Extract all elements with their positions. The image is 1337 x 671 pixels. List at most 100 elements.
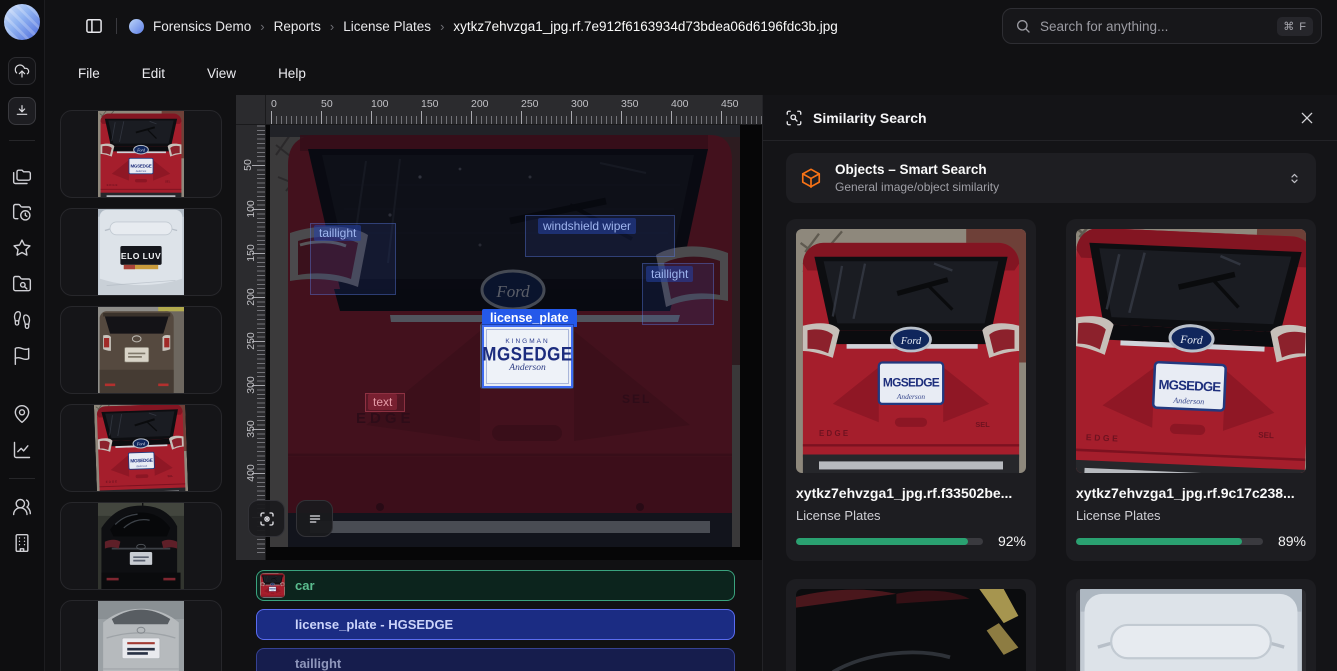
object-row-license-plate[interactable]: license_plate - HGSEDGE [256, 609, 735, 640]
sidebar-item-search-folders[interactable] [12, 274, 32, 294]
menu-view[interactable]: View [201, 62, 242, 85]
object-label: taillight [295, 656, 341, 671]
object-row-taillight[interactable]: taillight [256, 648, 735, 671]
folder-clock-icon [12, 202, 32, 222]
search-shortcut-badge: ⌘ F [1277, 17, 1313, 36]
result-card[interactable] [786, 579, 1036, 671]
search-input[interactable] [1040, 19, 1268, 34]
object-row-car[interactable]: car [256, 570, 735, 601]
menu-help[interactable]: Help [272, 62, 312, 85]
canvas-stage[interactable]: Ford EDGE SEL [266, 125, 762, 560]
result-card[interactable]: xytkz7ehvzga1_jpg.rf.9c17c238... License… [1066, 219, 1316, 561]
thumbnail-card[interactable] [60, 502, 222, 590]
star-icon [12, 238, 32, 258]
similarity-score-row: 92% [796, 533, 1026, 549]
sidebar-item-locations[interactable] [12, 404, 32, 424]
menu-file[interactable]: File [72, 62, 106, 85]
breadcrumb-item-workspace[interactable]: Forensics Demo [153, 19, 251, 34]
left-icon-rail [0, 0, 45, 671]
ruler-v-label: 300 [245, 376, 257, 394]
workspace-avatar[interactable] [129, 19, 144, 34]
object-thumbnail [260, 651, 285, 671]
result-filename: xytkz7ehvzga1_jpg.rf.9c17c238... [1076, 485, 1306, 501]
sidebar-item-collections[interactable] [12, 166, 32, 186]
ruler-h-label: 400 [671, 98, 689, 110]
ruler-v-label: 250 [245, 332, 257, 350]
cloud-upload-icon [14, 63, 30, 79]
scan-search-icon [785, 109, 803, 127]
fit-view-button[interactable] [248, 500, 285, 537]
top-header: Forensics Demo › Reports › License Plate… [45, 0, 1337, 52]
app-logo[interactable] [4, 4, 40, 40]
import-button[interactable] [8, 97, 36, 125]
similarity-search-panel: Similarity Search Objects – Smart Search… [762, 95, 1337, 671]
breadcrumb-item-filename[interactable]: xytkz7ehvzga1_jpg.rf.7e912f6163934d73bde… [453, 19, 837, 34]
chevrons-up-down-icon [1287, 171, 1302, 186]
menu-edit[interactable]: Edit [136, 62, 171, 85]
ruler-v-label: 400 [245, 464, 257, 482]
thumbnail-white-trunk [98, 209, 184, 295]
evidence-photo[interactable]: Ford EDGE SEL [270, 125, 740, 547]
label-text[interactable]: text [368, 394, 397, 410]
ruler-v-label: 100 [245, 200, 257, 218]
thumbnail-card[interactable] [60, 208, 222, 296]
ruler-v-label: 50 [242, 159, 254, 171]
panel-toggle-button[interactable] [84, 16, 104, 36]
ruler-h-label: 450 [721, 98, 739, 110]
plate-script-text: Anderson [509, 364, 545, 374]
close-panel-button[interactable] [1299, 110, 1315, 126]
ruler-h-label: 300 [571, 98, 589, 110]
result-card[interactable]: xytkz7ehvzga1_jpg.rf.f33502be... License… [786, 219, 1036, 561]
similarity-progress-track [796, 538, 983, 545]
sidebar-item-people[interactable] [12, 497, 32, 517]
result-collection: License Plates [1076, 508, 1306, 523]
result-image-dark-suv [796, 589, 1026, 671]
ruler-h-label: 50 [321, 98, 333, 110]
thumbnail-card[interactable] [60, 600, 222, 671]
thumbnail-silver-car [98, 601, 184, 671]
thumbnail-card[interactable] [60, 110, 222, 198]
thumbnail-red-suv [94, 404, 188, 492]
license-plate-selection-box[interactable]: KINGMAN MGSEDGE Anderson [482, 325, 573, 388]
breadcrumb: Forensics Demo › Reports › License Plate… [153, 19, 838, 34]
result-collection: License Plates [796, 508, 1026, 523]
breadcrumb-item-license-plates[interactable]: License Plates [343, 19, 431, 34]
footprints-icon [12, 310, 32, 330]
sidebar-item-flags[interactable] [12, 346, 32, 366]
upload-button[interactable] [8, 57, 36, 85]
plate-number-text: MGSEDGE [482, 345, 572, 365]
search-mode-title: Objects – Smart Search [835, 162, 1274, 177]
canvas-stage-area: 050100150200250300350400450 501001502002… [236, 95, 762, 560]
sidebar-item-tracks[interactable] [12, 310, 32, 330]
result-card[interactable] [1066, 579, 1316, 671]
close-icon [1299, 110, 1315, 126]
sidebar-item-recent[interactable] [12, 202, 32, 222]
object-thumbnail [260, 573, 285, 598]
global-search[interactable]: ⌘ F [1002, 8, 1322, 44]
sidebar-item-organizations[interactable] [12, 533, 32, 553]
thumbnail-card[interactable] [60, 404, 222, 492]
menu-bar: File Edit View Help [45, 52, 1337, 95]
label-taillight-right[interactable]: taillight [646, 266, 693, 282]
sidebar-item-starred[interactable] [12, 238, 32, 258]
ruler-v-label: 350 [245, 420, 257, 438]
result-image-red-suv [1076, 229, 1306, 473]
label-taillight-left[interactable]: taillight [314, 225, 361, 241]
ruler-v-label: 200 [245, 288, 257, 306]
app-window: Forensics Demo › Reports › License Plate… [0, 0, 1337, 671]
thumbnail-card[interactable] [60, 306, 222, 394]
similarity-progress-fill [796, 538, 968, 545]
panel-left-icon [84, 16, 104, 36]
ruler-h-label: 200 [471, 98, 489, 110]
object-label: car [295, 578, 315, 593]
layers-menu-button[interactable] [296, 500, 333, 537]
building-icon [12, 533, 32, 553]
image-thumbnail-list [45, 95, 236, 671]
search-mode-select[interactable]: Objects – Smart Search General image/obj… [786, 153, 1316, 203]
breadcrumb-item-reports[interactable]: Reports [274, 19, 321, 34]
users-icon [12, 497, 32, 517]
menu-lines-icon [306, 510, 324, 528]
sidebar-item-analytics[interactable] [12, 440, 32, 460]
ruler-v-label: 150 [245, 244, 257, 262]
label-windshield-wiper[interactable]: windshield wiper [538, 218, 636, 234]
